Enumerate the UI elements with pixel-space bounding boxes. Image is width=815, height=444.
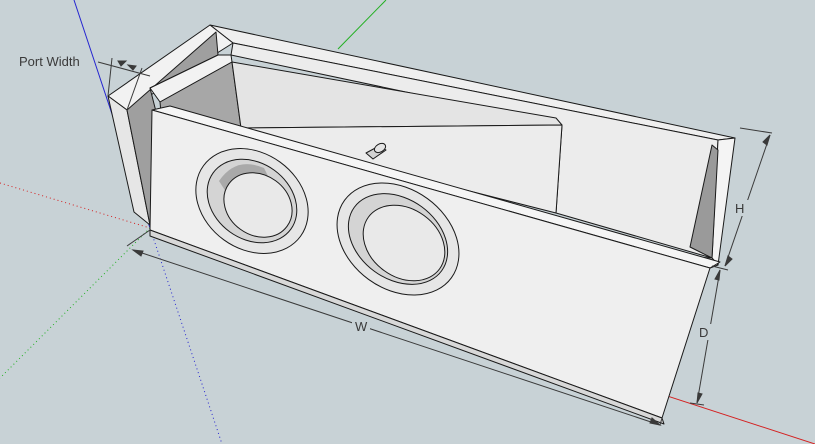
green-axis-dotted	[0, 227, 151, 379]
sketchup-viewport[interactable]: Port Width W H D	[0, 0, 815, 444]
model-canvas[interactable]: Port Width W H D	[0, 0, 815, 444]
green-axis-solid	[337, 0, 387, 50]
width-label: W	[355, 319, 368, 334]
blue-axis-dotted	[149, 227, 223, 444]
depth-label: D	[699, 325, 708, 340]
red-axis-dotted	[0, 182, 151, 229]
speaker-box-model[interactable]	[107, 24, 736, 425]
height-label: H	[735, 201, 744, 216]
port-width-label: Port Width	[19, 54, 80, 69]
